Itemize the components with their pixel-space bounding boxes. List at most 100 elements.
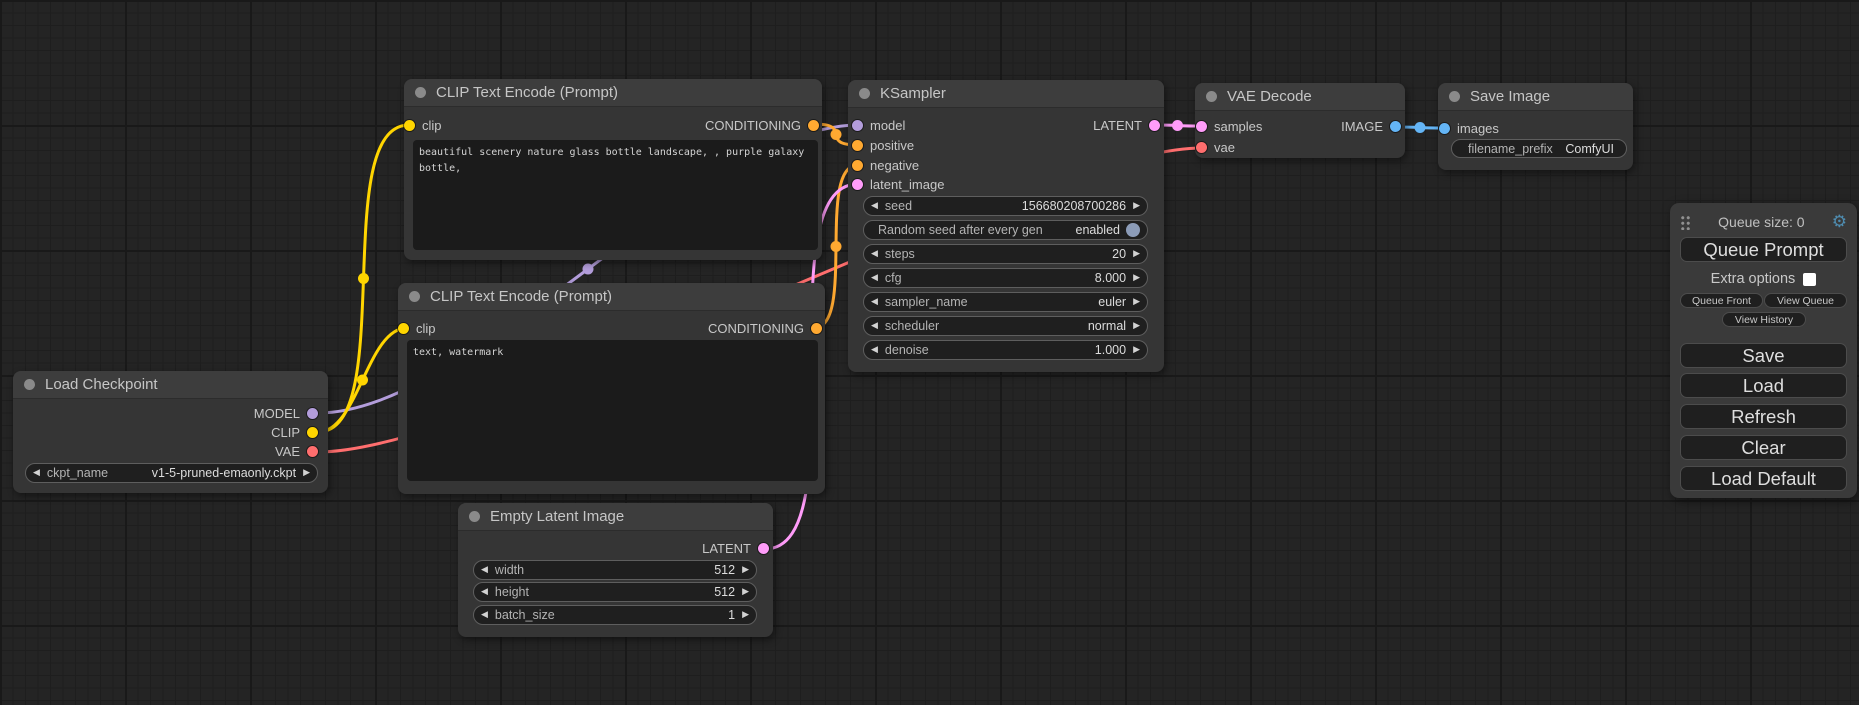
model-input-port[interactable] bbox=[852, 120, 863, 131]
clip-input-port[interactable] bbox=[404, 120, 415, 131]
negative-input-port[interactable] bbox=[852, 160, 863, 171]
denoise-widget[interactable]: ◀ denoise 1.000 ▶ bbox=[863, 340, 1148, 360]
node-ksampler[interactable]: KSampler model LATENT positive negative … bbox=[848, 80, 1164, 372]
increment-arrow-icon[interactable]: ▶ bbox=[1126, 345, 1147, 355]
increment-arrow-icon[interactable]: ▶ bbox=[296, 468, 317, 478]
view-queue-button[interactable]: View Queue bbox=[1764, 293, 1847, 308]
height-widget[interactable]: ◀ height 512 ▶ bbox=[473, 582, 757, 602]
input-label: positive bbox=[870, 138, 914, 153]
steps-widget[interactable]: ◀ steps 20 ▶ bbox=[863, 244, 1148, 264]
node-clip-text-encode-positive[interactable]: CLIP Text Encode (Prompt) clip CONDITION… bbox=[404, 79, 822, 260]
increment-arrow-icon[interactable]: ▶ bbox=[1126, 297, 1147, 307]
filename-prefix-widget[interactable]: filename_prefix ComfyUI bbox=[1451, 139, 1627, 158]
extra-options-checkbox[interactable] bbox=[1803, 273, 1816, 286]
prompt-textarea[interactable]: beautiful scenery nature glass bottle la… bbox=[413, 140, 818, 250]
widget-value: 20 bbox=[1112, 247, 1126, 261]
prompt-textarea[interactable]: text, watermark bbox=[407, 340, 818, 481]
input-slot-clip: clip bbox=[404, 115, 442, 135]
images-input-port[interactable] bbox=[1439, 123, 1450, 134]
widget-value: 1 bbox=[728, 608, 735, 622]
node-clip-text-encode-negative[interactable]: CLIP Text Encode (Prompt) clip CONDITION… bbox=[398, 283, 825, 494]
decrement-arrow-icon[interactable]: ◀ bbox=[26, 468, 47, 478]
image-output-port[interactable] bbox=[1390, 121, 1401, 132]
extra-options-label: Extra options bbox=[1711, 271, 1796, 287]
clip-input-port[interactable] bbox=[398, 323, 409, 334]
latent-output-port[interactable] bbox=[758, 543, 769, 554]
node-collapse-dot[interactable] bbox=[24, 379, 35, 390]
increment-arrow-icon[interactable]: ▶ bbox=[735, 587, 756, 597]
node-title-bar[interactable]: Save Image bbox=[1438, 83, 1633, 111]
samples-input-port[interactable] bbox=[1196, 121, 1207, 132]
decrement-arrow-icon[interactable]: ◀ bbox=[864, 345, 885, 355]
increment-arrow-icon[interactable]: ▶ bbox=[1126, 321, 1147, 331]
decrement-arrow-icon[interactable]: ◀ bbox=[864, 249, 885, 259]
increment-arrow-icon[interactable]: ▶ bbox=[1126, 249, 1147, 259]
cfg-widget[interactable]: ◀ cfg 8.000 ▶ bbox=[863, 268, 1148, 288]
node-title-bar[interactable]: VAE Decode bbox=[1195, 83, 1405, 111]
scheduler-widget[interactable]: ◀ scheduler normal ▶ bbox=[863, 316, 1148, 336]
width-widget[interactable]: ◀ width 512 ▶ bbox=[473, 560, 757, 580]
queue-prompt-button[interactable]: Queue Prompt bbox=[1680, 237, 1847, 262]
conditioning-output-port[interactable] bbox=[811, 323, 822, 334]
node-save-image[interactable]: Save Image images filename_prefix ComfyU… bbox=[1438, 83, 1633, 170]
widget-value: enabled bbox=[1076, 223, 1121, 237]
ckpt-name-widget[interactable]: ◀ ckpt_name v1-5-pruned-emaonly.ckpt ▶ bbox=[25, 463, 318, 483]
decrement-arrow-icon[interactable]: ◀ bbox=[474, 587, 495, 597]
queue-panel: Queue size: 0 ⚙ Queue Prompt Extra optio… bbox=[1670, 203, 1857, 498]
decrement-arrow-icon[interactable]: ◀ bbox=[864, 321, 885, 331]
decrement-arrow-icon[interactable]: ◀ bbox=[864, 273, 885, 283]
decrement-arrow-icon[interactable]: ◀ bbox=[474, 610, 495, 620]
vae-input-port[interactable] bbox=[1196, 142, 1207, 153]
clip-output-port[interactable] bbox=[307, 427, 318, 438]
latent-output-port[interactable] bbox=[1149, 120, 1160, 131]
link-midpoint-dot bbox=[1172, 120, 1183, 131]
node-collapse-dot[interactable] bbox=[1449, 91, 1460, 102]
refresh-button[interactable]: Refresh bbox=[1680, 404, 1847, 429]
input-slot-positive: positive bbox=[852, 135, 914, 155]
node-title-bar[interactable]: Empty Latent Image bbox=[458, 503, 773, 531]
increment-arrow-icon[interactable]: ▶ bbox=[1126, 201, 1147, 211]
link-midpoint-dot bbox=[358, 273, 369, 284]
node-title-bar[interactable]: CLIP Text Encode (Prompt) bbox=[404, 79, 822, 107]
node-graph-canvas[interactable]: Load Checkpoint MODEL CLIP VAE ◀ ckpt_na… bbox=[0, 0, 1859, 705]
decrement-arrow-icon[interactable]: ◀ bbox=[864, 297, 885, 307]
latent-image-input-port[interactable] bbox=[852, 179, 863, 190]
vae-output-port[interactable] bbox=[307, 446, 318, 457]
node-vae-decode[interactable]: VAE Decode samples IMAGE vae bbox=[1195, 83, 1405, 158]
node-collapse-dot[interactable] bbox=[469, 511, 480, 522]
load-button[interactable]: Load bbox=[1680, 373, 1847, 398]
node-title-bar[interactable]: Load Checkpoint bbox=[13, 371, 328, 399]
node-title-bar[interactable]: CLIP Text Encode (Prompt) bbox=[398, 283, 825, 311]
node-title: Save Image bbox=[1470, 88, 1550, 105]
node-collapse-dot[interactable] bbox=[859, 88, 870, 99]
model-output-port[interactable] bbox=[307, 408, 318, 419]
random-seed-toggle-widget[interactable]: Random seed after every gen enabled bbox=[863, 220, 1148, 240]
drag-handle-icon[interactable] bbox=[1680, 214, 1691, 230]
widget-value: 1.000 bbox=[1095, 343, 1126, 357]
sampler-name-widget[interactable]: ◀ sampler_name euler ▶ bbox=[863, 292, 1148, 312]
seed-widget[interactable]: ◀ seed 156680208700286 ▶ bbox=[863, 196, 1148, 216]
decrement-arrow-icon[interactable]: ◀ bbox=[474, 565, 495, 575]
increment-arrow-icon[interactable]: ▶ bbox=[1126, 273, 1147, 283]
node-collapse-dot[interactable] bbox=[415, 87, 426, 98]
widget-label: width bbox=[495, 563, 524, 577]
save-button[interactable]: Save bbox=[1680, 343, 1847, 368]
node-collapse-dot[interactable] bbox=[1206, 91, 1217, 102]
batch-size-widget[interactable]: ◀ batch_size 1 ▶ bbox=[473, 605, 757, 625]
decrement-arrow-icon[interactable]: ◀ bbox=[864, 201, 885, 211]
positive-input-port[interactable] bbox=[852, 140, 863, 151]
conditioning-output-port[interactable] bbox=[808, 120, 819, 131]
load-default-button[interactable]: Load Default bbox=[1680, 466, 1847, 491]
gear-icon[interactable]: ⚙ bbox=[1832, 214, 1847, 231]
node-title-bar[interactable]: KSampler bbox=[848, 80, 1164, 108]
view-history-button[interactable]: View History bbox=[1722, 312, 1806, 327]
increment-arrow-icon[interactable]: ▶ bbox=[735, 610, 756, 620]
node-collapse-dot[interactable] bbox=[409, 291, 420, 302]
node-load-checkpoint[interactable]: Load Checkpoint MODEL CLIP VAE ◀ ckpt_na… bbox=[13, 371, 328, 493]
widget-value: ComfyUI bbox=[1565, 142, 1614, 156]
node-empty-latent-image[interactable]: Empty Latent Image LATENT ◀ width 512 ▶ … bbox=[458, 503, 773, 637]
queue-front-button[interactable]: Queue Front bbox=[1680, 293, 1763, 308]
increment-arrow-icon[interactable]: ▶ bbox=[735, 565, 756, 575]
clear-button[interactable]: Clear bbox=[1680, 435, 1847, 460]
random-seed-toggle-knob[interactable] bbox=[1126, 223, 1140, 237]
